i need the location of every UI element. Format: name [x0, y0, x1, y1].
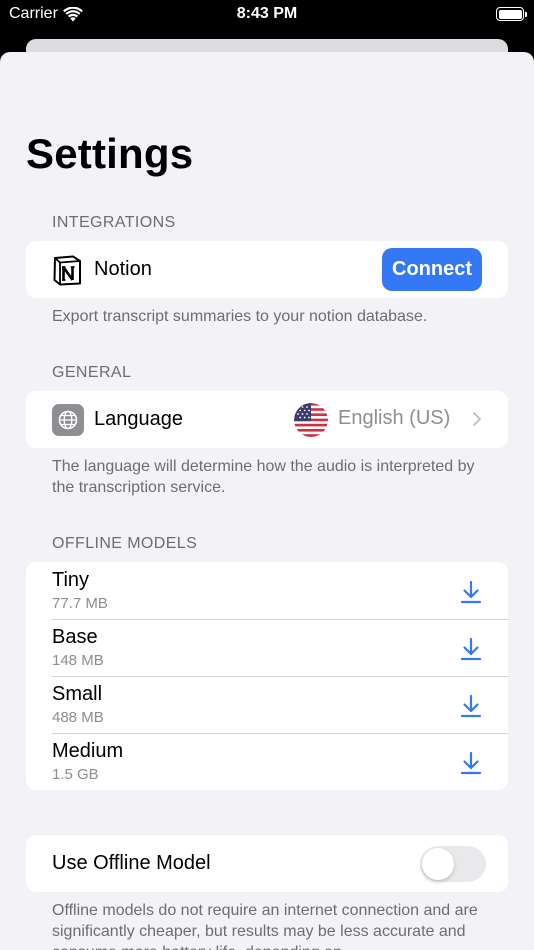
model-name: Small	[52, 683, 103, 705]
model-size: 77.7 MB	[52, 595, 108, 612]
status-bar: Carrier 8:43 PM	[0, 0, 534, 30]
use-offline-row: Use Offline Model	[26, 835, 508, 892]
language-value: English (US)	[338, 407, 451, 429]
notion-logo-icon	[53, 255, 81, 286]
model-size: 488 MB	[52, 709, 104, 726]
model-size: 1.5 GB	[52, 766, 99, 783]
model-row-base: Base 148 MB	[26, 619, 508, 676]
model-name: Base	[52, 626, 98, 648]
use-offline-label: Use Offline Model	[52, 852, 211, 874]
model-row-medium: Medium 1.5 GB	[26, 733, 508, 790]
download-icon[interactable]	[460, 751, 482, 775]
use-offline-toggle[interactable]	[420, 846, 486, 882]
integrations-header: INTEGRATIONS	[52, 214, 176, 231]
use-offline-footer: Offline models do not require an interne…	[52, 902, 478, 950]
us-flag-icon	[294, 403, 328, 437]
download-icon[interactable]	[460, 694, 482, 718]
offline-models-group: Tiny 77.7 MB Base 148 MB Small 488 MB Me…	[26, 562, 508, 790]
model-name: Medium	[52, 740, 124, 762]
chevron-right-icon	[473, 412, 481, 426]
model-row-small: Small 488 MB	[26, 676, 508, 733]
offline-models-header: OFFLINE MODELS	[52, 535, 198, 552]
download-icon[interactable]	[460, 637, 482, 661]
integrations-group: Notion Connect	[26, 241, 508, 298]
language-label: Language	[94, 408, 183, 430]
globe-icon	[52, 404, 84, 436]
notion-row: Notion Connect	[26, 241, 508, 298]
download-icon[interactable]	[460, 580, 482, 604]
general-header: GENERAL	[52, 364, 132, 381]
battery-icon	[496, 7, 527, 21]
general-footer: The language will determine how the audi…	[52, 458, 475, 496]
notion-label: Notion	[94, 258, 152, 280]
model-row-tiny: Tiny 77.7 MB	[26, 562, 508, 619]
language-row[interactable]: Language English (US)	[26, 391, 508, 448]
model-name: Tiny	[52, 569, 90, 591]
integrations-footer: Export transcript summaries to your noti…	[52, 308, 428, 325]
toggle-knob	[422, 848, 454, 880]
use-offline-group: Use Offline Model	[26, 835, 508, 892]
connect-notion-button[interactable]: Connect	[382, 248, 482, 291]
model-size: 148 MB	[52, 652, 104, 669]
general-group: Language English (US)	[26, 391, 508, 448]
page-title: Settings	[26, 130, 194, 177]
settings-sheet[interactable]: Settings INTEGRATIONS Notion Connect Exp…	[0, 52, 534, 950]
clock: 8:43 PM	[236, 5, 298, 22]
